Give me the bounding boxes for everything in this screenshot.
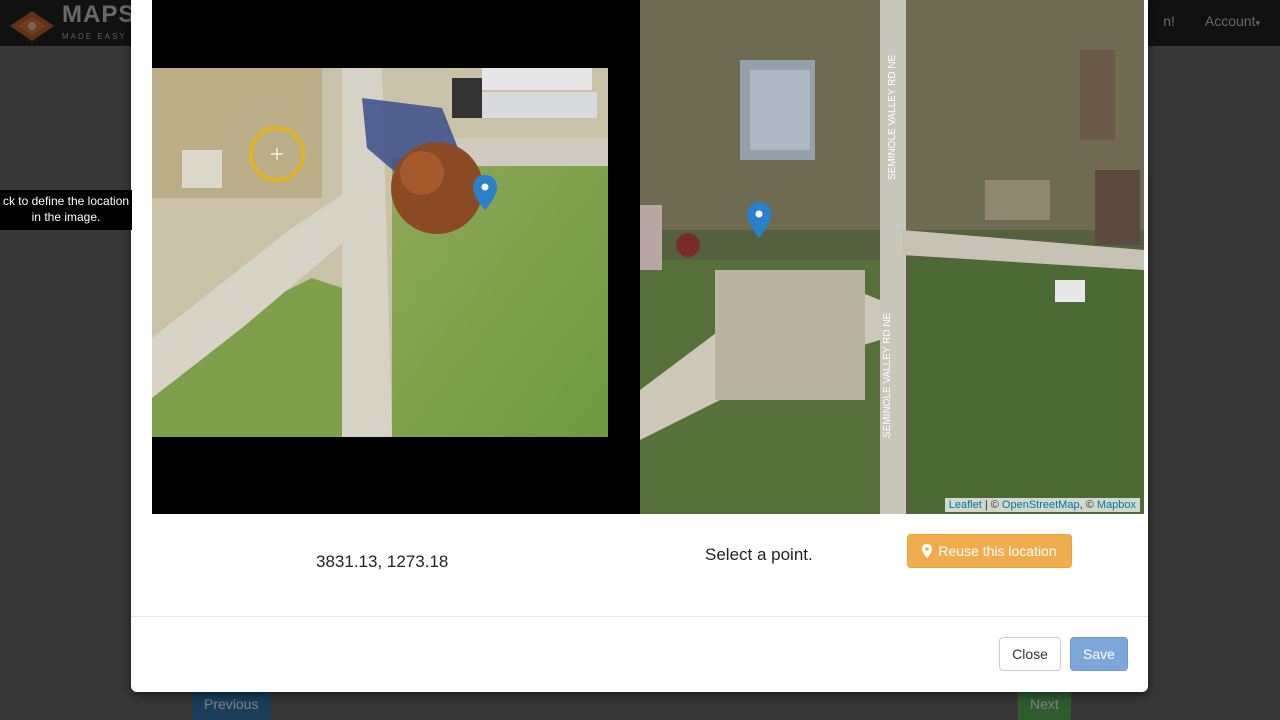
road-label-upper: SEMINOLE VALLEY RD NE (887, 54, 898, 180)
image-coordinates: 3831.13, 1273.18 (316, 552, 449, 571)
openstreetmap-link[interactable]: OpenStreetMap (1002, 499, 1080, 511)
save-button[interactable]: Save (1070, 637, 1128, 671)
satellite-map[interactable]: SEMINOLE VALLEY RD NE SEMINOLE VALLEY RD… (640, 0, 1144, 514)
leaflet-link[interactable]: Leaflet (949, 499, 982, 511)
satellite-imagery[interactable]: SEMINOLE VALLEY RD NE SEMINOLE VALLEY RD… (640, 0, 1144, 514)
reuse-location-button[interactable]: Reuse this location (907, 534, 1072, 568)
tooltip: ck to define the location in the image. (0, 190, 132, 230)
modal-footer-divider (131, 616, 1148, 617)
location-modal: SEMINOLE VALLEY RD NE SEMINOLE VALLEY RD… (131, 0, 1148, 692)
road-label-lower: SEMINOLE VALLEY RD NE (882, 312, 893, 438)
map-attribution: Leaflet | © OpenStreetMap, © Mapbox (944, 498, 1140, 512)
reuse-location-label: Reuse this location (938, 543, 1057, 559)
drone-photo[interactable] (152, 68, 608, 437)
map-marker-icon (922, 544, 933, 558)
select-point-status: Select a point. (705, 545, 813, 564)
image-viewer[interactable] (152, 0, 640, 514)
close-button[interactable]: Close (999, 637, 1061, 671)
attribution-separator: | © (981, 499, 1002, 511)
attribution-separator: , © (1079, 499, 1097, 511)
mapbox-link[interactable]: Mapbox (1097, 499, 1136, 511)
